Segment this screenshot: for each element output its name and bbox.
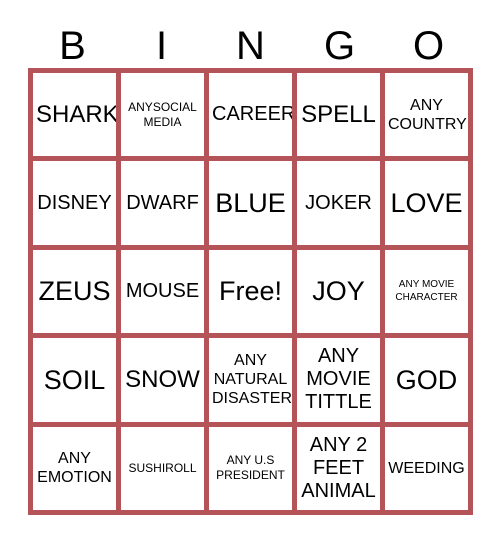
- bingo-cell[interactable]: GOD: [385, 338, 468, 422]
- bingo-cell[interactable]: SNOW: [121, 338, 204, 422]
- bingo-cell-free-space[interactable]: Free!: [209, 249, 292, 334]
- bingo-cell[interactable]: SOIL: [33, 338, 116, 422]
- bingo-cell[interactable]: SHARK: [33, 73, 116, 157]
- bingo-cell[interactable]: CAREER: [209, 73, 292, 157]
- bingo-cell-label: ANY 2 FEET ANIMAL: [301, 433, 376, 502]
- bingo-cell-label: DISNEY: [37, 191, 112, 214]
- bingo-cell[interactable]: MOUSE: [121, 249, 204, 334]
- bingo-cell[interactable]: ANY MOVIE TITTLE: [297, 338, 380, 422]
- bingo-cell[interactable]: SPELL: [297, 73, 380, 157]
- bingo-cell[interactable]: ZEUS: [33, 249, 116, 334]
- bingo-cell-label: CAREER: [212, 103, 292, 126]
- bingo-cell[interactable]: ANY EMOTION: [33, 426, 116, 510]
- bingo-cell-label: BLUE: [215, 188, 286, 219]
- bingo-cell-label: SNOW: [125, 366, 200, 394]
- bingo-cell-label: DWARF: [126, 191, 199, 214]
- bingo-cell-label: WEEDING: [388, 459, 465, 477]
- bingo-cell[interactable]: ANY 2 FEET ANIMAL: [297, 426, 380, 510]
- bingo-cell-label: ANY U.S PRESIDENT: [216, 453, 285, 483]
- bingo-header-letter-o: O: [412, 24, 445, 68]
- bingo-cell-label: Free!: [218, 276, 283, 307]
- bingo-cell-label: ANY EMOTION: [37, 450, 112, 487]
- bingo-cell[interactable]: ANY U.S PRESIDENT: [209, 426, 292, 510]
- bingo-grid: SHARK ANYSOCIAL MEDIA CAREER SPELL ANY COUNT…: [28, 68, 473, 515]
- bingo-cell-label: MOUSE: [125, 279, 200, 302]
- bingo-header-letter-n: N: [236, 24, 265, 68]
- bingo-cell-label: SPELL: [301, 101, 376, 129]
- bingo-cell[interactable]: LOVE: [385, 161, 468, 245]
- bingo-cell-label: SOIL: [43, 364, 106, 395]
- bingo-cell-label: SUSHIROLL: [128, 460, 197, 475]
- bingo-cell[interactable]: DISNEY: [33, 161, 116, 245]
- bingo-header-letter-b: B: [59, 24, 86, 68]
- bingo-cell[interactable]: SUSHIROLL: [121, 426, 204, 510]
- bingo-cell-label: ANY NATURAL DISASTER: [212, 352, 292, 408]
- bingo-cell-label: ANY MOVIE TITTLE: [305, 345, 372, 414]
- bingo-cell-label: JOKER: [305, 191, 372, 214]
- bingo-cell[interactable]: ANY COUNTRY: [385, 73, 468, 157]
- bingo-cell[interactable]: DWARF: [121, 161, 204, 245]
- bingo-cell[interactable]: WEEDING: [385, 426, 468, 510]
- bingo-cell[interactable]: ANY MOVIE CHARACTER: [385, 249, 468, 334]
- bingo-cell-label: GOD: [395, 364, 458, 395]
- bingo-cell[interactable]: ANY NATURAL DISASTER: [209, 338, 292, 422]
- bingo-cell-label: LOVE: [390, 188, 463, 219]
- bingo-cell[interactable]: JOKER: [297, 161, 380, 245]
- bingo-cell-label: ANY COUNTRY: [388, 96, 467, 133]
- bingo-header-letter-i: I: [155, 24, 168, 68]
- bingo-cell-label: ANYSOCIAL MEDIA: [128, 99, 197, 129]
- bingo-header-letter-g: G: [323, 24, 356, 68]
- bingo-cell[interactable]: BLUE: [209, 161, 292, 245]
- bingo-cell-label: ANY MOVIE CHARACTER: [395, 279, 458, 304]
- bingo-cell[interactable]: JOY: [297, 249, 380, 334]
- bingo-cell-label: JOY: [312, 276, 365, 307]
- bingo-header: BINGO: [28, 14, 473, 68]
- bingo-cell-label: SHARK: [36, 101, 116, 129]
- bingo-cell[interactable]: ANYSOCIAL MEDIA: [121, 73, 204, 157]
- bingo-card: B I N G O SHARK ANYSOCIAL MEDIA CAREER SPELL ANY…: [0, 0, 502, 544]
- bingo-cell-label: ZEUS: [38, 276, 111, 307]
